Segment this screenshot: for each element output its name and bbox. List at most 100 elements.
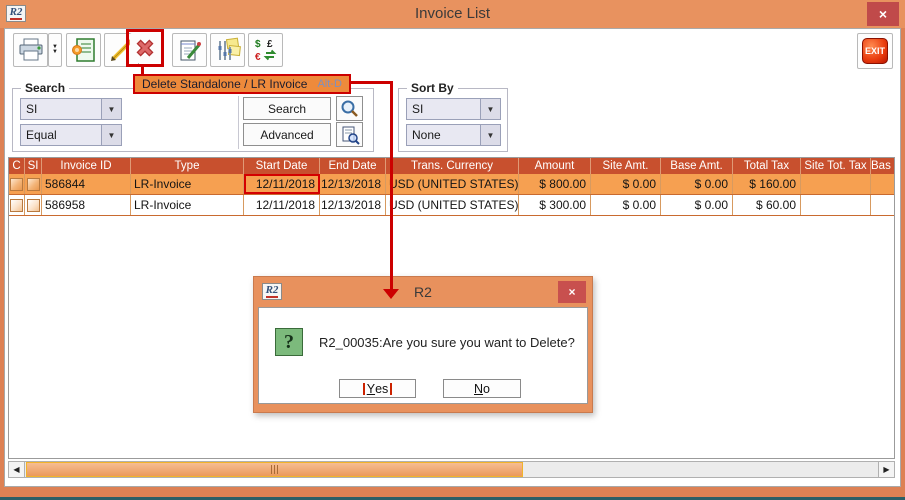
search-icon-button[interactable] [336, 96, 363, 121]
cell-end-date: 12/13/2018 [320, 195, 386, 215]
search-button[interactable]: Search [243, 97, 331, 120]
table-row[interactable]: 586958 LR-Invoice 12/11/2018 12/13/2018 … [9, 195, 894, 216]
sortby-group-label: Sort By [407, 81, 458, 95]
col-header[interactable]: Amount [519, 158, 591, 174]
row-checkbox[interactable] [27, 178, 40, 191]
invoice-list-window: { "window": { "title": "Invoice List", "… [0, 0, 905, 500]
cell-type: LR-Invoice [131, 195, 244, 215]
document-form-icon [71, 37, 97, 63]
table-row[interactable]: 586844 LR-Invoice 12/11/2018 12/13/2018 … [9, 174, 894, 195]
cell-bas [871, 174, 894, 194]
scroll-left-button[interactable]: ◀ [9, 462, 25, 477]
exit-icon: EXIT [862, 38, 888, 64]
print-dropdown-button[interactable]: ▼ ▼ [48, 33, 62, 67]
row-checkbox[interactable] [10, 199, 23, 212]
cell-invoice-id: 586844 [42, 174, 131, 194]
tooltip-shortcut: Alt-D [317, 78, 341, 90]
cell-amount: $ 800.00 [519, 174, 591, 194]
cell-end-date: 12/13/2018 [320, 174, 386, 194]
chevron-down-icon: ▼ [52, 50, 58, 55]
cell-start-date: 12/11/2018 [244, 174, 320, 194]
filter-settings-button[interactable] [210, 33, 245, 67]
col-header[interactable]: Invoice ID [42, 158, 131, 174]
sliders-notes-icon [215, 37, 241, 63]
new-document-button[interactable] [66, 33, 101, 67]
focus-caret [363, 383, 365, 395]
notepad-pencil-icon [177, 37, 203, 63]
cell-site-tot-tax [801, 174, 871, 194]
sortby-field-combo[interactable]: SI ▼ [406, 98, 501, 120]
dialog-message: R2_00035:Are you sure you want to Delete… [319, 335, 575, 350]
table-header-row: C SI Invoice ID Type Start Date End Date… [9, 158, 894, 174]
col-header[interactable]: Base Amt. [661, 158, 733, 174]
col-header[interactable]: Bas [871, 158, 894, 174]
dialog-close-button[interactable]: × [558, 281, 586, 303]
confirm-dialog: R2 R2 × ? R2_00035:Are you sure you want… [253, 276, 593, 413]
cell-bas [871, 195, 894, 215]
cell-total-tax: $ 60.00 [733, 195, 801, 215]
advanced-search-icon-button[interactable] [336, 122, 363, 147]
chevron-down-icon[interactable]: ▼ [101, 99, 121, 119]
currency-exchange-icon: $ £ € [253, 37, 279, 63]
scroll-right-button[interactable]: ▶ [878, 462, 894, 477]
horizontal-scrollbar[interactable]: ◀ ▶ [8, 461, 895, 478]
annotation-connector [141, 66, 144, 74]
cell-currency: USD (UNITED STATES) [386, 174, 519, 194]
col-header[interactable]: SI [25, 158, 42, 174]
print-button[interactable] [13, 33, 48, 67]
cell-total-tax: $ 160.00 [733, 174, 801, 194]
col-header[interactable]: Type [131, 158, 244, 174]
sortby-order-combo[interactable]: None ▼ [406, 124, 501, 146]
col-header[interactable]: Trans. Currency [386, 158, 519, 174]
tooltip-text: Delete Standalone / LR Invoice [142, 77, 307, 91]
col-header[interactable]: Start Date [244, 158, 320, 174]
delete-tooltip: Delete Standalone / LR Invoice Alt-D [133, 74, 351, 94]
no-button[interactable]: No [443, 379, 521, 398]
focus-caret [390, 383, 392, 395]
cell-start-date: 12/11/2018 [244, 195, 320, 215]
cell-site-amt: $ 0.00 [591, 195, 661, 215]
cell-amount: $ 300.00 [519, 195, 591, 215]
search-field-combo[interactable]: SI ▼ [20, 98, 122, 120]
delete-button-highlight [126, 29, 164, 67]
svg-text:£: £ [267, 39, 273, 50]
advanced-button[interactable]: Advanced [243, 123, 331, 146]
annotation-vline [390, 81, 393, 289]
search-operator-combo[interactable]: Equal ▼ [20, 124, 122, 146]
cell-currency: USD (UNITED STATES) [386, 195, 519, 215]
col-header[interactable]: C [9, 158, 25, 174]
chevron-down-icon[interactable]: ▼ [480, 125, 500, 145]
question-icon: ? [275, 328, 303, 356]
col-header[interactable]: Total Tax [733, 158, 801, 174]
col-header[interactable]: Site Tot. Tax [801, 158, 871, 174]
dialog-app-logo-icon: R2 [262, 283, 282, 300]
notes-button[interactable] [172, 33, 207, 67]
dialog-body: ? R2_00035:Are you sure you want to Dele… [258, 307, 588, 404]
annotation-arrowhead [383, 289, 399, 299]
titlebar: R2 Invoice List × [0, 0, 905, 28]
search-icon [340, 99, 360, 119]
printer-icon [18, 38, 44, 62]
cell-invoice-id: 586958 [42, 195, 131, 215]
currency-button[interactable]: $ £ € [248, 33, 283, 67]
chevron-down-icon[interactable]: ▼ [101, 125, 121, 145]
window-close-button[interactable]: × [867, 2, 899, 26]
cell-base-amt: $ 0.00 [661, 174, 733, 194]
row-checkbox[interactable] [27, 199, 40, 212]
app-logo-icon: R2 [6, 5, 26, 22]
cell-site-amt: $ 0.00 [591, 174, 661, 194]
cell-type: LR-Invoice [131, 174, 244, 194]
dialog-titlebar: R2 R2 × [254, 277, 592, 307]
yes-button[interactable]: Yes [339, 379, 416, 398]
window-title: Invoice List [0, 0, 905, 28]
svg-text:€: € [255, 52, 261, 63]
col-header[interactable]: Site Amt. [591, 158, 661, 174]
exit-button[interactable]: EXIT [857, 33, 893, 69]
advanced-search-icon [340, 125, 360, 145]
scrollbar-thumb[interactable] [26, 462, 523, 477]
col-header[interactable]: End Date [320, 158, 386, 174]
chevron-down-icon[interactable]: ▼ [480, 99, 500, 119]
row-checkbox[interactable] [10, 178, 23, 191]
dialog-title: R2 [254, 277, 592, 307]
cell-site-tot-tax [801, 195, 871, 215]
